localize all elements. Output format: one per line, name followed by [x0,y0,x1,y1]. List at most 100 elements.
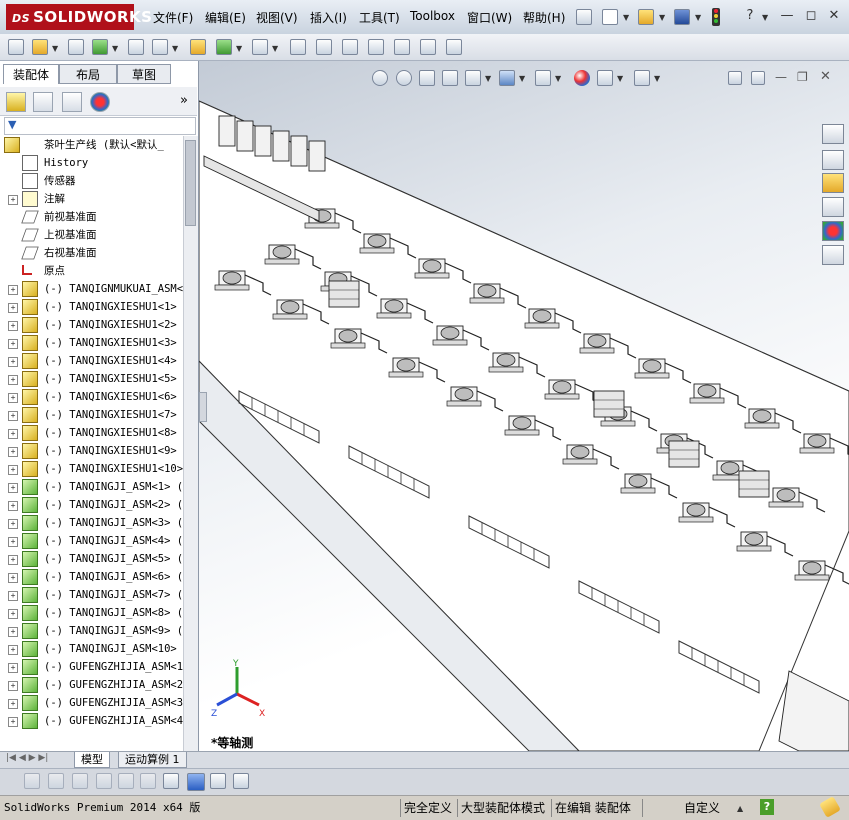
exploded-view-icon[interactable] [342,39,358,55]
tree-item-fixed[interactable]: History [0,154,183,172]
expand-icon[interactable]: + [8,285,18,295]
hide-show-items-icon[interactable] [535,70,551,86]
expand-icon[interactable]: + [8,465,18,475]
solidworks-logo[interactable]: DS SOLIDWORKS [6,4,152,30]
appearances-scenes-icon[interactable] [822,221,844,241]
display-style-icon[interactable] [499,70,515,86]
tree-item-component[interactable]: + (-) GUFENGZHIJIA_ASM<1> [0,658,189,676]
tree-item-component[interactable]: + (-) TANQINGXIESHU1<3> ( [0,334,189,352]
insert-components-dropdown-icon[interactable]: ▼ [52,44,58,53]
expand-icon[interactable]: + [8,447,18,457]
open-dropdown-icon[interactable]: ▼ [659,13,665,22]
tree-vertical-scrollbar[interactable] [183,136,198,772]
tree-item-component[interactable]: + (-) TANQINGJI_ASM<3> (默 [0,514,194,532]
align-icon[interactable] [140,773,156,789]
feature-manager-icon[interactable] [6,92,26,112]
tree-item-component[interactable]: + (-) TANQINGJI_ASM<8> (默 [0,604,194,622]
design-library-icon[interactable] [822,150,844,170]
new-motion-study-icon[interactable] [290,39,306,55]
bill-of-materials-icon[interactable] [316,39,332,55]
display-manager-icon[interactable] [90,92,110,112]
assembly-features-icon[interactable] [216,39,232,55]
close-button[interactable]: ✕ [826,8,842,24]
view-settings-icon[interactable] [634,70,650,86]
line-icon[interactable] [72,773,88,789]
file-explorer-icon[interactable] [822,173,844,193]
minimize-button[interactable]: — [779,8,795,24]
menu-item-5[interactable]: Toolbox [410,9,455,23]
assembly-icon[interactable] [8,39,24,55]
mate-icon[interactable] [68,39,84,55]
open-folder-icon[interactable] [638,9,654,25]
menu-item-4[interactable]: 工具(T) [359,9,400,26]
help-icon[interactable]: ? [742,8,758,24]
instant3d-icon[interactable] [446,39,462,55]
insert-components-icon[interactable] [32,39,48,55]
interference-detection-icon[interactable] [394,39,410,55]
reference-geometry-icon[interactable] [252,39,268,55]
split-view-2-icon[interactable] [751,71,765,85]
expand-icon[interactable]: + [8,195,18,205]
tab-assembly[interactable]: 装配体 [3,64,59,84]
tree-item-component[interactable]: + (-) TANQIGNMUKUAI_ASM<1 [0,280,189,298]
tree-item-component[interactable]: + (-) TANQINGXIESHU1<1> ( [0,298,189,316]
expand-icon[interactable]: + [8,339,18,349]
view-palette-icon[interactable] [822,197,844,217]
property-manager-icon[interactable] [33,92,53,112]
hatch-icon[interactable] [118,773,134,789]
menu-item-6[interactable]: 窗口(W) [467,9,512,26]
pin-icon[interactable] [576,9,592,25]
restore-button[interactable]: ◻ [803,8,819,24]
units-status[interactable]: 自定义 [684,799,720,816]
expand-icon[interactable]: + [8,411,18,421]
expand-icon[interactable]: + [8,357,18,367]
expand-icon[interactable]: + [8,303,18,313]
tree-item-component[interactable]: + (-) TANQINGJI_ASM<4> (默 [0,532,194,550]
expand-icon[interactable]: + [8,717,18,727]
tree-item-fixed[interactable]: + 注解 [0,190,183,208]
line-format-icon[interactable] [96,773,112,789]
tab-sketch[interactable]: 草图 [117,64,171,84]
expand-icon[interactable]: + [8,699,18,709]
smart-dimension-icon[interactable] [48,773,64,789]
assembly-3d-view[interactable] [199,61,849,751]
previous-view-icon[interactable] [419,70,435,86]
units-dropdown-icon[interactable]: ▲ [737,804,743,813]
tree-item-component[interactable]: + (-) GUFENGZHIJIA_ASM<3> [0,694,189,712]
expand-icon[interactable]: + [8,519,18,529]
tree-item-component[interactable]: + (-) TANQINGXIESHU1<7> ( [0,406,189,424]
tree-item-component[interactable]: + (-) TANQINGJI_ASM<1> (默 [0,478,194,496]
smart-fasteners-icon[interactable] [128,39,144,55]
expand-icon[interactable]: + [8,645,18,655]
solidworks-resources-icon[interactable] [822,124,844,144]
tree-item-fixed[interactable]: 传感器 [0,172,183,190]
graphics-area[interactable]: ▼ ▼ ▼ ▼ ▼ — ❐ ✕ Y X Z [199,61,849,751]
chart-icon[interactable] [163,773,179,789]
new-dropdown-icon[interactable]: ▼ [623,13,629,22]
expand-panel-icon[interactable]: » [180,93,188,108]
doc-close-button[interactable]: ✕ [820,69,831,84]
expand-icon[interactable]: + [8,555,18,565]
tab-motion-study[interactable]: 运动算例 1 [118,752,187,768]
expand-icon[interactable]: + [8,501,18,511]
tree-item-fixed[interactable]: 前视基准面 [0,208,183,226]
tree-item-component[interactable]: + (-) TANQINGXIESHU1<2> ( [0,316,189,334]
shaded-display-icon[interactable] [187,773,205,791]
section-view-icon[interactable] [442,70,458,86]
help-dropdown-icon[interactable]: ▼ [762,13,768,22]
menu-item-7[interactable]: 帮助(H) [523,9,565,26]
expand-icon[interactable]: + [8,663,18,673]
tree-item-component[interactable]: + (-) TANQINGJI_ASM<9> (默 [0,622,194,640]
menu-item-1[interactable]: 编辑(E) [205,9,246,26]
tree-item-component[interactable]: + (-) TANQINGJI_ASM<6> (默 [0,568,194,586]
view-orientation-icon[interactable] [465,70,481,86]
tree-item-component[interactable]: + (-) TANQINGXIESHU1<9> ( [0,442,189,460]
sketch-icon[interactable] [24,773,40,789]
tree-item-component[interactable]: + (-) TANQINGJI_ASM<7> (默 [0,586,194,604]
hide-show-dropdown-icon[interactable]: ▼ [555,74,561,83]
apply-scene-icon[interactable] [597,70,613,86]
view-settings-dropdown-icon[interactable]: ▼ [654,74,660,83]
menu-item-0[interactable]: 文件(F) [153,9,193,26]
tree-item-fixed[interactable]: 原点 [0,262,183,280]
apply-scene-dropdown-icon[interactable]: ▼ [617,74,623,83]
